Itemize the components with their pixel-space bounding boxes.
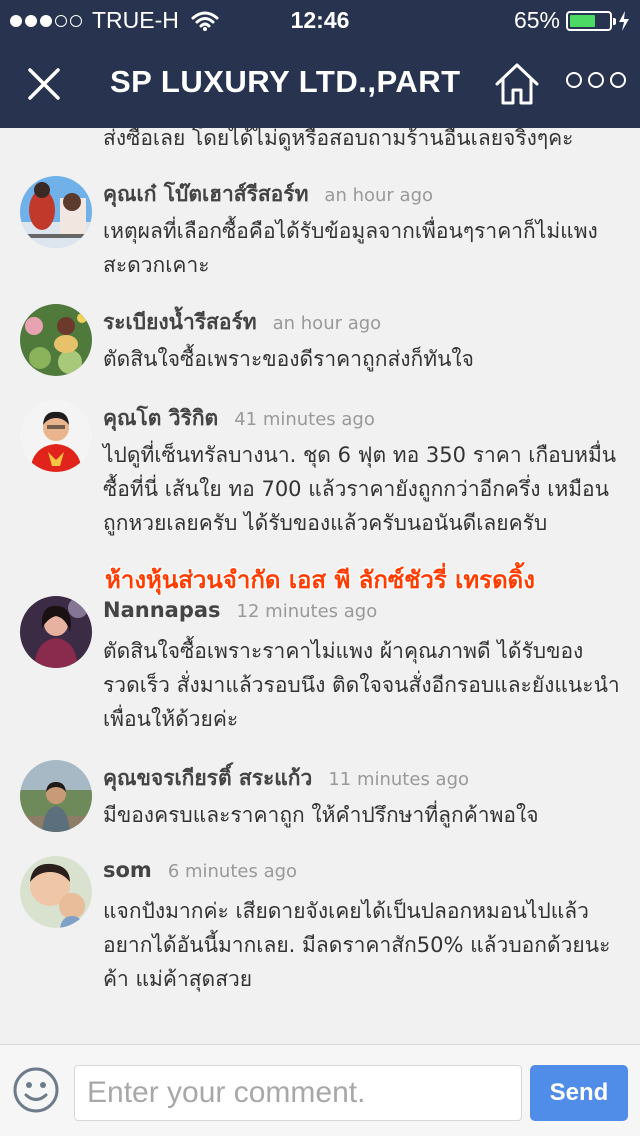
nav-bar: SP LUXURY LTD.,PART — [0, 40, 640, 128]
comment-author[interactable]: คุณเก๋ โบ๊ตเฮาส์รีสอร์ท — [103, 182, 308, 206]
comment-text: ตัดสินใจซื้อเพราะราคาไม่แพง ผ้าคุณภาพดี … — [103, 639, 620, 731]
comment-author[interactable]: คุณโต วิริกิต — [103, 406, 218, 430]
battery-fill — [570, 14, 595, 27]
comment-text: แจกปังมากค่ะ เสียดายจังเคยได้เป็นปลอกหมอ… — [103, 899, 611, 991]
comment-input[interactable] — [74, 1065, 522, 1121]
page-title: SP LUXURY LTD.,PART — [110, 64, 461, 99]
avatar[interactable] — [20, 304, 92, 376]
status-bar: TRUE-H 12:46 65% — [0, 0, 640, 40]
more-icon[interactable] — [566, 72, 626, 88]
comment-text-partial: ส่งซื้อเลย โดยได้ไม่ดูหรือสอบถามร้านอื่น… — [103, 128, 574, 150]
comment-time: an hour ago — [324, 185, 434, 206]
comment-time: 41 minutes ago — [234, 409, 375, 430]
send-button[interactable]: Send — [530, 1065, 628, 1121]
comment-author[interactable]: Nannapas — [103, 598, 221, 622]
comment-input-bar: Send — [0, 1044, 640, 1136]
comment-text: ตัดสินใจซื้อเพราะของดีราคาถูกส่งก็ทันใจ — [103, 347, 474, 371]
comment-header: คุณขจรเกียรติ์ สระแก้ว 11 minutes ago — [103, 762, 469, 795]
comment-author[interactable]: som — [103, 858, 152, 882]
comment-header: คุณเก๋ โบ๊ตเฮาส์รีสอร์ท an hour ago — [103, 178, 433, 211]
comment-header: ระเบียงน้ำรีสอร์ท an hour ago — [103, 306, 381, 339]
battery-percent: 65% — [513, 7, 560, 33]
comment-header: Nannapas 12 minutes ago — [103, 598, 377, 622]
avatar[interactable] — [20, 176, 92, 248]
smiley-icon[interactable] — [12, 1066, 60, 1114]
comment-author[interactable]: ระเบียงน้ำรีสอร์ท — [103, 310, 257, 334]
close-icon[interactable] — [24, 64, 64, 104]
comment-list: ส่งซื้อเลย โดยได้ไม่ดูหรือสอบถามร้านอื่น… — [0, 128, 640, 1044]
avatar[interactable] — [20, 760, 92, 832]
charging-icon — [619, 10, 629, 31]
comment-text: เหตุผลที่เลือกซื้อคือได้รับข้อมูลจากเพื่… — [103, 219, 598, 277]
battery-icon — [566, 10, 616, 31]
comment-time: 12 minutes ago — [236, 601, 378, 622]
comment-header: คุณโต วิริกิต 41 minutes ago — [103, 402, 375, 435]
avatar[interactable] — [20, 856, 92, 928]
comment-time: an hour ago — [272, 313, 382, 334]
comment-time: 6 minutes ago — [167, 861, 298, 882]
comment-text: ไปดูที่เซ็นทรัลบางนา. ชุด 6 ฟุต ทอ 350 ร… — [103, 443, 617, 535]
home-icon[interactable] — [494, 62, 540, 106]
watermark-text: ห้างหุ้นส่วนจำกัด เอส พี ลักซ์ชัวรี่ เทร… — [105, 566, 535, 594]
comment-text: มีของครบและราคาถูก ให้คำปรึกษาที่ลูกค้าพ… — [103, 803, 539, 827]
avatar[interactable] — [20, 400, 92, 472]
comment-time: 11 minutes ago — [328, 769, 470, 790]
comment-header: som 6 minutes ago — [103, 858, 297, 882]
avatar[interactable] — [20, 596, 92, 668]
comment-author[interactable]: คุณขจรเกียรติ์ สระแก้ว — [103, 766, 312, 790]
status-right: 65% — [514, 7, 630, 34]
